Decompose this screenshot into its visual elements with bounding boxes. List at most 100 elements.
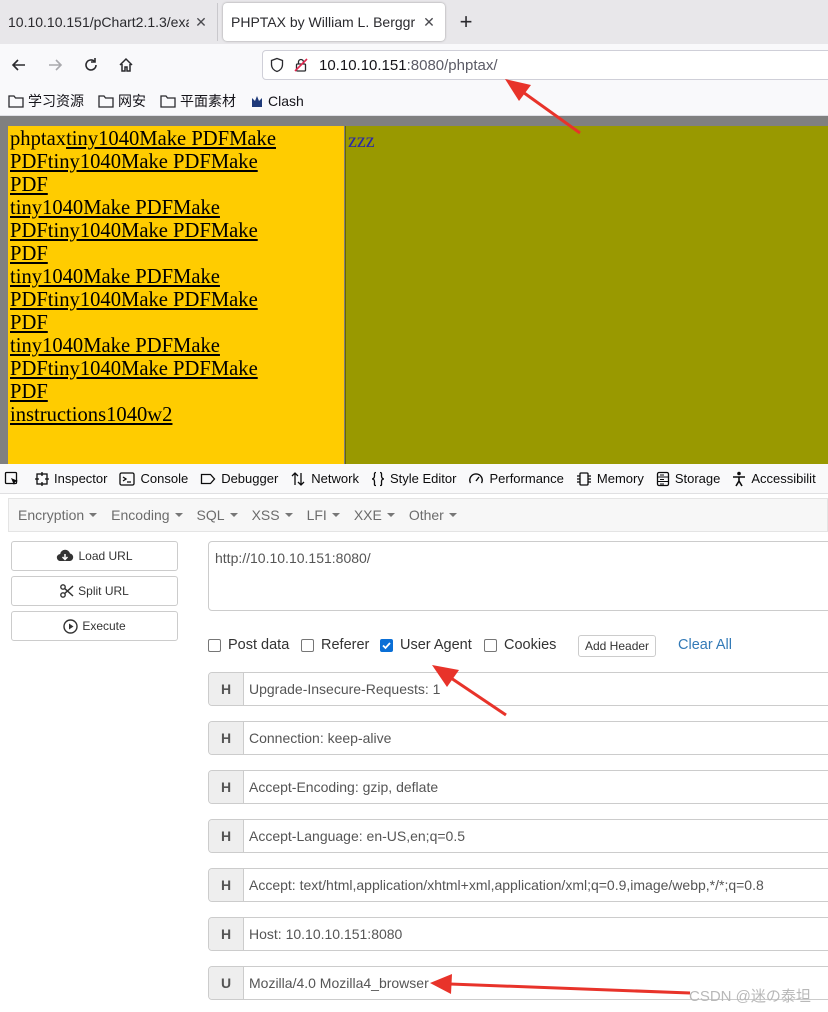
back-button[interactable] [6,52,32,78]
header-type-badge: H [209,820,244,852]
bookmark-design[interactable]: 平面素材 [160,91,236,111]
new-tab-button[interactable]: + [452,8,480,36]
folder-icon [8,94,24,108]
url-textarea-value: http://10.10.10.151:8080/ [215,550,371,566]
menu-link[interactable]: instructions1040w2 [10,404,342,427]
menu-link[interactable]: PDF [10,174,342,197]
bookmark-study[interactable]: 学习资源 [8,91,84,111]
header-input[interactable]: Upgrade-Insecure-Requests: 1 [244,673,828,705]
header-input[interactable]: Connection: keep-alive [244,722,828,754]
menu-xss[interactable]: XSS [252,507,293,523]
header-type-badge: U [209,967,244,999]
tab-label: Accessibilit [751,471,816,486]
execute-button[interactable]: Execute [11,611,178,641]
tab-label: PHPTAX by William L. Berggr [231,14,416,30]
scissors-icon [60,584,74,598]
tab-performance[interactable]: Performance [462,464,569,493]
menu-encoding[interactable]: Encoding [111,507,183,523]
bookmark-label: 学习资源 [28,92,84,109]
url-textarea[interactable]: http://10.10.10.151:8080/ [208,541,828,611]
post-data-option[interactable]: Post data [208,637,289,653]
header-input[interactable]: Accept: text/html,application/xhtml+xml,… [244,869,828,901]
cloud-download-icon [57,549,74,562]
user-agent-checkbox[interactable] [380,638,393,652]
tab-label: Inspector [54,471,108,486]
shield-icon[interactable] [265,53,289,77]
folder-icon [160,94,176,108]
header-input[interactable]: Host: 10.10.10.151:8080 [244,918,828,950]
header-row: H Accept-Encoding: gzip, deflate [208,770,828,804]
home-icon [119,57,133,72]
tab-pchart[interactable]: 10.10.10.151/pChart2.1.3/exar ✕ [0,3,218,41]
tab-phptax[interactable]: PHPTAX by William L. Berggr ✕ [223,3,445,41]
menu-label: LFI [306,507,327,523]
bookmark-label: Clash [268,92,304,109]
tab-label: Storage [674,471,721,486]
header-type-badge: H [209,918,244,950]
menu-other[interactable]: Other [409,507,457,523]
tab-network[interactable]: Network [284,464,365,493]
referer-option[interactable]: Referer [301,637,369,653]
tab-label: Debugger [221,471,279,486]
braces-icon [371,471,385,486]
bookmark-netsec[interactable]: 网安 [98,91,146,111]
menu-link[interactable]: tiny1040Make PDFMake [10,266,342,289]
referer-checkbox[interactable] [301,638,314,652]
add-header-button[interactable]: Add Header [578,635,657,657]
menu-link[interactable]: PDFtiny1040Make PDFMake [10,220,342,243]
tab-style-editor[interactable]: Style Editor [365,464,462,493]
tab-accessibility[interactable]: Accessibilit [726,464,821,493]
menu-link[interactable]: tiny1040Make PDFMake [10,197,342,220]
tab-debugger[interactable]: Debugger [194,464,284,493]
menu-label: Other [408,507,444,523]
nav-line[interactable]: phptaxtiny1040Make PDFMake [10,128,342,151]
load-url-button[interactable]: Load URL [11,541,178,571]
menu-link[interactable]: PDFtiny1040Make PDFMake [10,151,342,174]
cookies-checkbox[interactable] [484,638,497,652]
menu-label: Encryption [18,507,85,523]
post-data-checkbox[interactable] [208,638,221,652]
option-label: Referer [321,637,370,653]
menu-link[interactable]: tiny1040Make PDFMake [10,335,342,358]
menu-lfi[interactable]: LFI [307,507,340,523]
menu-link[interactable]: PDF [10,312,342,335]
menu-link[interactable]: PDF [10,381,342,404]
header-row: H Connection: keep-alive [208,721,828,755]
insecure-lock-icon[interactable] [289,53,313,77]
menu-link[interactable]: tiny1040Make PDFMake [66,128,276,150]
clear-all-link[interactable]: Clear All [678,637,732,653]
caret-down-icon [284,513,293,517]
header-input[interactable]: Accept-Encoding: gzip, deflate [244,771,828,803]
bookmark-clash[interactable]: Clash [250,93,304,109]
caret-down-icon [386,513,395,517]
button-label: Load URL [78,549,133,563]
play-circle-icon [63,618,79,634]
element-picker-button[interactable] [0,464,29,493]
forward-button[interactable] [42,52,68,78]
reload-button[interactable] [78,52,104,78]
menu-sql[interactable]: SQL [197,507,238,523]
menu-link[interactable]: PDFtiny1040Make PDFMake [10,358,342,381]
menu-encryption[interactable]: Encryption [18,507,98,523]
split-url-button[interactable]: Split URL [11,576,178,606]
reload-icon [85,58,97,71]
tab-inspector[interactable]: Inspector [29,464,113,493]
close-icon[interactable]: ✕ [193,14,209,31]
menu-link[interactable]: PDF [10,243,342,266]
header-type-badge: H [209,869,244,901]
user-agent-option[interactable]: User Agent [380,637,472,653]
home-button[interactable] [113,52,139,78]
header-input[interactable]: Accept-Language: en-US,en;q=0.5 [244,820,828,852]
address-bar[interactable]: 10.10.10.151:8080/phptax/ [262,50,828,80]
tab-storage[interactable]: Storage [650,464,727,493]
close-icon[interactable]: ✕ [421,14,437,31]
cookies-option[interactable]: Cookies [484,637,556,653]
menu-link[interactable]: PDFtiny1040Make PDFMake [10,289,342,312]
caret-down-icon [331,513,340,517]
bookmark-label: 平面素材 [180,92,236,109]
menu-xxe[interactable]: XXE [354,507,395,523]
tab-console[interactable]: Console [113,464,194,493]
phptax-link[interactable]: phptax [10,128,66,150]
menu-label: XXE [353,507,382,523]
tab-memory[interactable]: Memory [570,464,650,493]
